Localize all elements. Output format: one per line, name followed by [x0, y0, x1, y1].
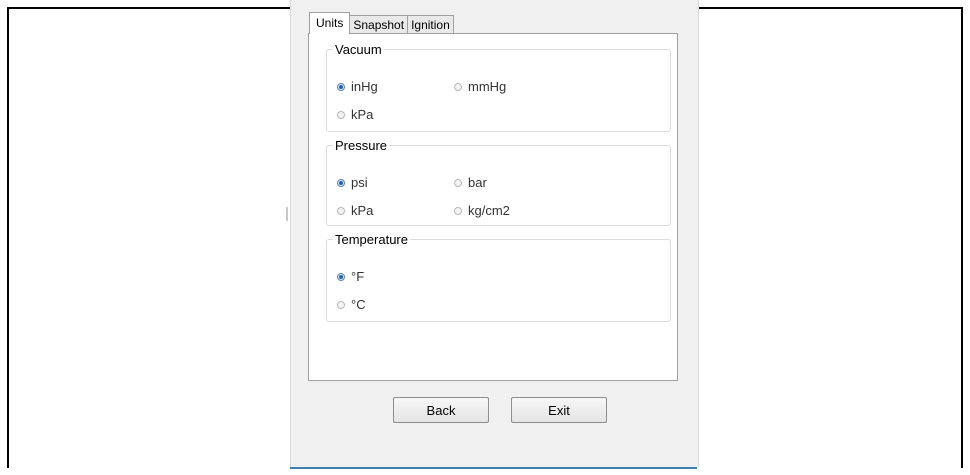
divider-tick	[286, 207, 288, 221]
radio-unselected-icon	[454, 82, 462, 91]
tab-ignition[interactable]: Ignition	[407, 15, 454, 34]
pressure-psi-radio[interactable]: psi	[337, 175, 368, 190]
vacuum-mmhg-radio[interactable]: mmHg	[454, 79, 506, 94]
pressure-kpa-radio[interactable]: kPa	[337, 203, 373, 218]
temperature-fahrenheit-label: °F	[351, 269, 365, 284]
temperature-celsius-label: °C	[351, 297, 366, 312]
vacuum-kpa-radio[interactable]: kPa	[337, 107, 373, 122]
radio-unselected-icon	[337, 110, 345, 119]
pressure-psi-label: psi	[351, 175, 368, 190]
window-bottom-border	[290, 467, 697, 469]
radio-unselected-icon	[337, 206, 345, 215]
pressure-bar-radio[interactable]: bar	[454, 175, 487, 190]
pressure-bar-label: bar	[468, 175, 487, 190]
vacuum-group: Vacuum inHg mmHg kPa	[326, 42, 671, 132]
radio-selected-icon	[337, 272, 345, 281]
temperature-fahrenheit-radio[interactable]: °F	[337, 269, 364, 284]
temperature-celsius-radio[interactable]: °C	[337, 297, 366, 312]
radio-unselected-icon	[454, 178, 462, 187]
pressure-group-title: Pressure	[335, 138, 388, 153]
tab-units[interactable]: Units	[309, 12, 351, 34]
vacuum-inhg-label: inHg	[351, 79, 378, 94]
radio-unselected-icon	[337, 300, 345, 309]
pressure-kgcm2-label: kg/cm2	[468, 203, 510, 218]
temperature-group-title: Temperature	[335, 232, 408, 247]
pressure-kpa-label: kPa	[351, 203, 374, 218]
tab-snapshot[interactable]: Snapshot	[349, 15, 409, 34]
vacuum-group-title: Vacuum	[335, 42, 382, 57]
radio-selected-icon	[337, 178, 345, 187]
temperature-group: Temperature °F °C	[326, 232, 671, 322]
pressure-group: Pressure psi bar kPa kg/cm2	[326, 138, 671, 226]
radio-unselected-icon	[454, 206, 462, 215]
exit-button[interactable]: Exit	[511, 397, 607, 423]
tab-strip: Units Snapshot Ignition	[309, 12, 454, 34]
vacuum-mmhg-label: mmHg	[468, 79, 507, 94]
back-button[interactable]: Back	[393, 397, 489, 423]
vacuum-inhg-radio[interactable]: inHg	[337, 79, 378, 94]
vacuum-kpa-label: kPa	[351, 107, 374, 122]
radio-selected-icon	[337, 82, 345, 91]
pressure-kgcm2-radio[interactable]: kg/cm2	[454, 203, 510, 218]
units-panel: Vacuum inHg mmHg kPa Pressure psi bar kP…	[308, 33, 678, 381]
